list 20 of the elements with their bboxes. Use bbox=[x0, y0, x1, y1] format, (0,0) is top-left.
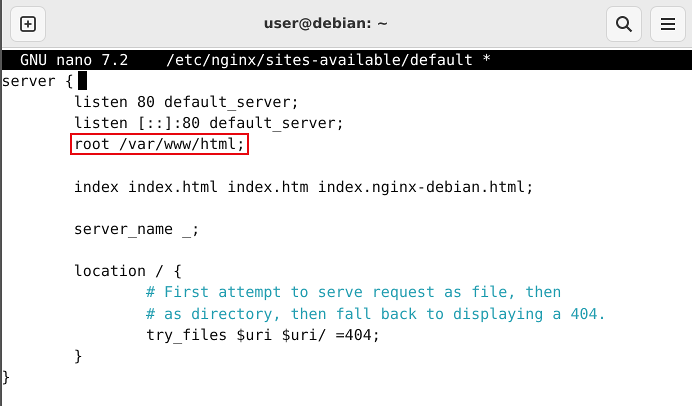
menu-button[interactable] bbox=[650, 6, 686, 42]
code-line: server_name _; bbox=[72, 218, 202, 240]
code-line: } bbox=[72, 346, 84, 368]
code-line: } bbox=[0, 367, 12, 388]
file-path: /etc/nginx/sites-available/default * bbox=[166, 51, 492, 69]
code-line: server { bbox=[0, 70, 75, 92]
code-comment: # First attempt to serve request as file, then bbox=[145, 282, 562, 304]
menu-icon bbox=[660, 16, 676, 30]
code-line: location / { bbox=[72, 261, 184, 282]
plus-box-icon bbox=[20, 16, 36, 32]
code-line: listen [::]:80 default_server; bbox=[72, 112, 346, 134]
code-comment: # as directory, then fall back to displaying a 404. bbox=[145, 304, 608, 325]
new-tab-button[interactable] bbox=[10, 6, 46, 42]
code-line: try_files $uri $uri/ =404; bbox=[145, 324, 382, 346]
window-title: user@debian: ~ bbox=[262, 16, 390, 32]
code-line: index index.html index.htm index.nginx-debian.html; bbox=[72, 176, 536, 198]
search-button[interactable] bbox=[606, 6, 642, 42]
editor-version: GNU nano 7.2 bbox=[19, 51, 130, 69]
search-icon bbox=[615, 14, 633, 32]
code-line: listen 80 default_server; bbox=[72, 92, 301, 113]
